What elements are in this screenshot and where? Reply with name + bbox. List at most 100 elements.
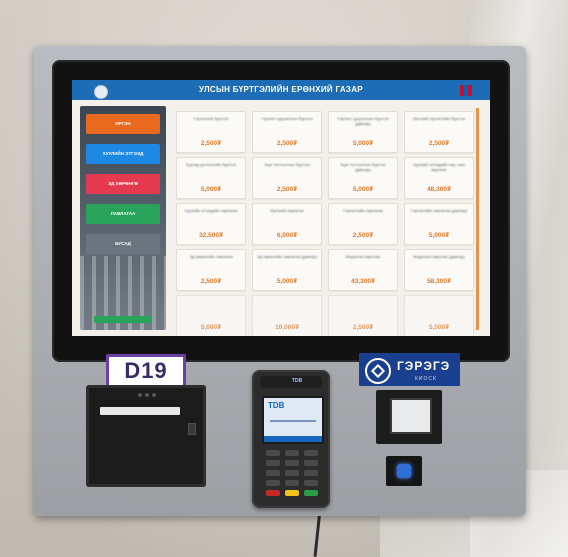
sidebar-item-1[interactable]: ХУУЛИЙН ЭТГЭЭД	[86, 144, 160, 164]
keypad-key[interactable]	[304, 480, 318, 486]
service-tile[interactable]: Эд хөрөнгийн лавлагаа 2,500₮	[176, 249, 246, 291]
tile-label: Гэрлэлт цуцлалтын бүртгэл	[261, 116, 313, 121]
sidebar: ИРГЭН ХУУЛИЙН ЭТГЭЭД ЭД ХӨРӨНГӨ ЛАВЛАГАА…	[80, 106, 166, 330]
tile-price: 10,000₮	[275, 324, 299, 331]
service-tile[interactable]: Иргэний гэрлэлтийн бүртгэл 2,500₮	[404, 111, 474, 153]
receipt-printer	[86, 385, 206, 487]
service-tile[interactable]: 5,500₮	[404, 295, 474, 336]
enter-key[interactable]	[304, 490, 318, 496]
sidebar-item-4[interactable]: БУСАД	[86, 234, 160, 254]
tile-label: Хуулийн этгээдийн нэр, хаяг өөрчлөх	[412, 162, 466, 172]
kiosk-screen: УЛСЫН БҮРТГЭЛИЙН ЕРӨНХИЙ ГАЗАР ИРГЭН ХУУ…	[72, 80, 490, 336]
tile-label: Эцэг тогтоолтын бүртгэл (давхар)	[340, 162, 386, 172]
service-tile[interactable]: 10,000₮	[252, 295, 322, 336]
keypad-key[interactable]	[285, 460, 299, 466]
tile-label: Гэрлэлтийн лавлагаа	[343, 208, 383, 213]
keypad-key[interactable]	[285, 450, 299, 456]
tile-price: 2,500₮	[352, 232, 374, 239]
tile-label: Хуулийн этгээдийн лавлагаа	[184, 208, 238, 213]
tile-price: 5,000₮	[428, 232, 450, 239]
fingerprint-icon[interactable]	[397, 464, 411, 478]
service-tile[interactable]: Эцэг тогтоолтын бүртгэл (давхар) 5,000₮	[328, 157, 398, 199]
kiosk-photo: УЛСЫН БҮРТГЭЛИЙН ЕРӨНХИЙ ГАЗАР ИРГЭН ХУУ…	[0, 0, 568, 557]
sidebar-footer-button[interactable]	[94, 316, 152, 323]
terminal-brand: TDB	[292, 378, 303, 384]
tile-price: 5,000₮	[200, 186, 222, 193]
display-text-line	[270, 420, 316, 422]
tile-price: 5,000₮	[200, 324, 222, 331]
service-tile[interactable]: Гэрлэлтийн лавлагаа (давхар) 5,000₮	[404, 203, 474, 245]
keypad-key[interactable]	[266, 460, 280, 466]
tile-label: Иргэний гэрлэлтийн бүртгэл	[412, 116, 466, 121]
keypad-key[interactable]	[304, 460, 318, 466]
tile-label: Гэрлэлт цуцлалтын бүртгэл (давхар)	[337, 116, 389, 126]
service-tile[interactable]: Эцэг тогтоолтын бүртгэл 2,500₮	[252, 157, 322, 199]
tile-price: 5,000₮	[276, 278, 298, 285]
kiosk-id-label: D19	[106, 354, 186, 388]
service-tile[interactable]: Мэдээлэл өөрчлөх (давхар) 58,300₮	[404, 249, 474, 291]
tile-price: 58,300₮	[427, 278, 451, 285]
service-tile[interactable]: Гэрлэлт цуцлалтын бүртгэл 2,500₮	[252, 111, 322, 153]
sidebar-item-0[interactable]: ИРГЭН	[86, 114, 160, 134]
service-tile[interactable]: Мэдээлэл өөрчлөх 43,300₮	[328, 249, 398, 291]
keypad-key[interactable]	[266, 470, 280, 476]
gerege-subtitle: КИОСК	[415, 376, 437, 382]
service-grid: Гэрлэсний бүртгэл 2,500₮ Гэрлэлт цуцлалты…	[176, 111, 476, 336]
screen-header: УЛСЫН БҮРТГЭЛИЙН ЕРӨНХИЙ ГАЗАР	[72, 80, 490, 100]
tile-price: 2,500₮	[200, 278, 222, 285]
tile-label: Гэрлэлтийн лавлагаа (давхар)	[410, 208, 468, 213]
clear-key[interactable]	[285, 490, 299, 496]
kiosk-id-text: D19	[124, 358, 168, 383]
tile-label: Иргэний лавлагаа	[270, 208, 304, 213]
tile-price: 5,500₮	[428, 324, 450, 331]
service-tile[interactable]: Хүүхэд үрчлэлтийн бүртгэл 5,000₮	[176, 157, 246, 199]
tile-price: 5,000₮	[352, 186, 374, 193]
keypad-key[interactable]	[285, 480, 299, 486]
display-bottom-bar	[264, 436, 322, 442]
payment-terminal: TDB TDB	[252, 370, 330, 508]
screen-title: УЛСЫН БҮРТГЭЛИЙН ЕРӨНХИЙ ГАЗАР	[199, 85, 363, 94]
tile-label: Гэрлэсний бүртгэл	[193, 116, 229, 121]
scroll-indicator[interactable]	[476, 108, 479, 330]
service-tile[interactable]: Эд хөрөнгийн лавлагаа (давхар) 5,000₮	[252, 249, 322, 291]
tile-price: 6,000₮	[276, 232, 298, 239]
service-tile[interactable]: Гэрлэсний бүртгэл 2,500₮	[176, 111, 246, 153]
sidebar-item-3[interactable]: ЛАВЛАГАА	[86, 204, 160, 224]
keypad-key[interactable]	[266, 450, 280, 456]
tile-price: 2,500₮	[200, 140, 222, 147]
service-tile[interactable]: 2,500₮	[328, 295, 398, 336]
service-tile[interactable]: Иргэний лавлагаа 6,000₮	[252, 203, 322, 245]
tile-price: 2,500₮	[276, 140, 298, 147]
service-tile[interactable]: Гэрлэлт цуцлалтын бүртгэл (давхар) 5,000₮	[328, 111, 398, 153]
receipt-slot	[100, 407, 180, 415]
service-tile[interactable]: 5,000₮	[176, 295, 246, 336]
keypad-key[interactable]	[266, 480, 280, 486]
tile-label: Хүүхэд үрчлэлтийн бүртгэл	[185, 162, 237, 167]
card-reader-top: TDB	[260, 376, 322, 388]
gerege-logo-plate: ГЭРЭГЭ КИОСК	[359, 353, 460, 386]
tile-price: 2,500₮	[352, 324, 374, 331]
gerege-name: ГЭРЭГЭ	[397, 359, 451, 373]
printer-leds	[138, 393, 158, 398]
printer-latch	[188, 423, 196, 435]
tile-price: 32,500₮	[199, 232, 223, 239]
keypad-key[interactable]	[285, 470, 299, 476]
fingerprint-reader	[386, 456, 422, 486]
flag-icon	[460, 85, 472, 96]
bank-logo: TDB	[268, 401, 285, 410]
document-scanner	[376, 390, 442, 444]
tile-label: Эд хөрөнгийн лавлагаа	[189, 254, 233, 259]
tile-price: 48,300₮	[427, 186, 451, 193]
service-tile[interactable]: Хуулийн этгээдийн нэр, хаяг өөрчлөх 48,30…	[404, 157, 474, 199]
keypad-key[interactable]	[304, 470, 318, 476]
tile-label: Мэдээлэл өөрчлөх (давхар)	[413, 254, 465, 259]
cancel-key[interactable]	[266, 490, 280, 496]
sidebar-item-2[interactable]: ЭД ХӨРӨНГӨ	[86, 174, 160, 194]
service-tile[interactable]: Гэрлэлтийн лавлагаа 2,500₮	[328, 203, 398, 245]
scanner-window	[390, 398, 432, 434]
tile-price: 2,500₮	[276, 186, 298, 193]
gerege-logo-icon	[365, 358, 391, 384]
service-tile[interactable]: Хуулийн этгээдийн лавлагаа 32,500₮	[176, 203, 246, 245]
tile-label: Эд хөрөнгийн лавлагаа (давхар)	[256, 254, 318, 259]
keypad-key[interactable]	[304, 450, 318, 456]
